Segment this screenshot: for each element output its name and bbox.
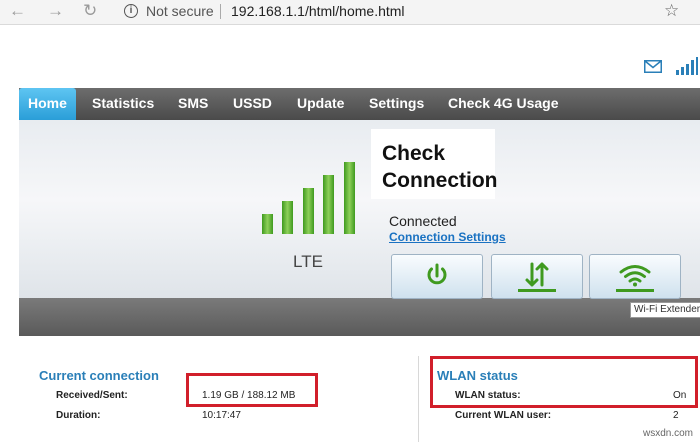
browser-address-bar: ← → ↻ i Not secure 192.168.1.1/html/home… <box>0 0 700 25</box>
signal-icon <box>676 57 698 75</box>
connection-status-text: Connected <box>389 213 457 229</box>
reload-icon[interactable]: ↻ <box>83 1 97 21</box>
wifi-extender-tooltip: Wi-Fi Extender <box>630 302 700 318</box>
wlan-users-label: Current WLAN user: <box>455 410 552 421</box>
wlan-status-highlight <box>430 356 698 408</box>
tab-sms[interactable]: SMS <box>169 88 217 120</box>
url-field[interactable]: 192.168.1.1/html/home.html <box>231 3 405 19</box>
url-separator <box>220 4 221 19</box>
received-sent-highlight <box>186 373 318 407</box>
power-icon <box>427 263 447 285</box>
duration-value: 10:17:47 <box>202 410 241 421</box>
current-connection-title: Current connection <box>39 368 159 383</box>
data-transfer-button[interactable] <box>491 254 583 299</box>
tab-settings[interactable]: Settings <box>360 88 433 120</box>
wifi-icon <box>616 265 654 292</box>
power-button[interactable] <box>391 254 483 299</box>
tab-check-4g-usage[interactable]: Check 4G Usage <box>439 88 568 120</box>
signal-bar-4 <box>323 175 334 234</box>
star-icon[interactable]: ☆ <box>664 1 679 21</box>
wlan-users-value: 2 <box>673 410 679 421</box>
wifi-extender-button[interactable] <box>589 254 681 299</box>
tab-ussd[interactable]: USSD <box>224 88 281 120</box>
mail-icon[interactable] <box>644 60 662 73</box>
signal-bar-2 <box>282 201 293 234</box>
watermark: wsxdn.com <box>643 428 694 439</box>
banner-footer-strip <box>19 298 700 336</box>
duration-label: Duration: <box>56 410 101 421</box>
signal-bar-1 <box>262 214 273 234</box>
security-label[interactable]: Not secure <box>146 3 214 19</box>
info-icon[interactable]: i <box>124 4 138 18</box>
signal-bar-5 <box>344 162 355 234</box>
tab-update[interactable]: Update <box>288 88 353 120</box>
signal-strength-icon <box>262 162 355 234</box>
back-arrow-icon[interactable]: ← <box>9 1 26 21</box>
callout-text: Check Connection <box>382 142 498 192</box>
tab-home[interactable]: Home <box>19 88 76 120</box>
network-type-label: LTE <box>293 252 323 271</box>
check-connection-callout: Check Connection <box>371 129 498 199</box>
connection-settings-link[interactable]: Connection Settings <box>389 230 506 244</box>
received-sent-label: Received/Sent: <box>56 390 128 401</box>
tab-statistics[interactable]: Statistics <box>83 88 163 120</box>
signal-bar-3 <box>303 188 314 234</box>
router-nav-bar: Home Statistics SMS USSD Update Settings… <box>19 88 700 120</box>
transfer-arrows-icon <box>518 262 556 292</box>
section-divider <box>418 356 419 442</box>
forward-arrow-icon[interactable]: → <box>47 1 64 21</box>
